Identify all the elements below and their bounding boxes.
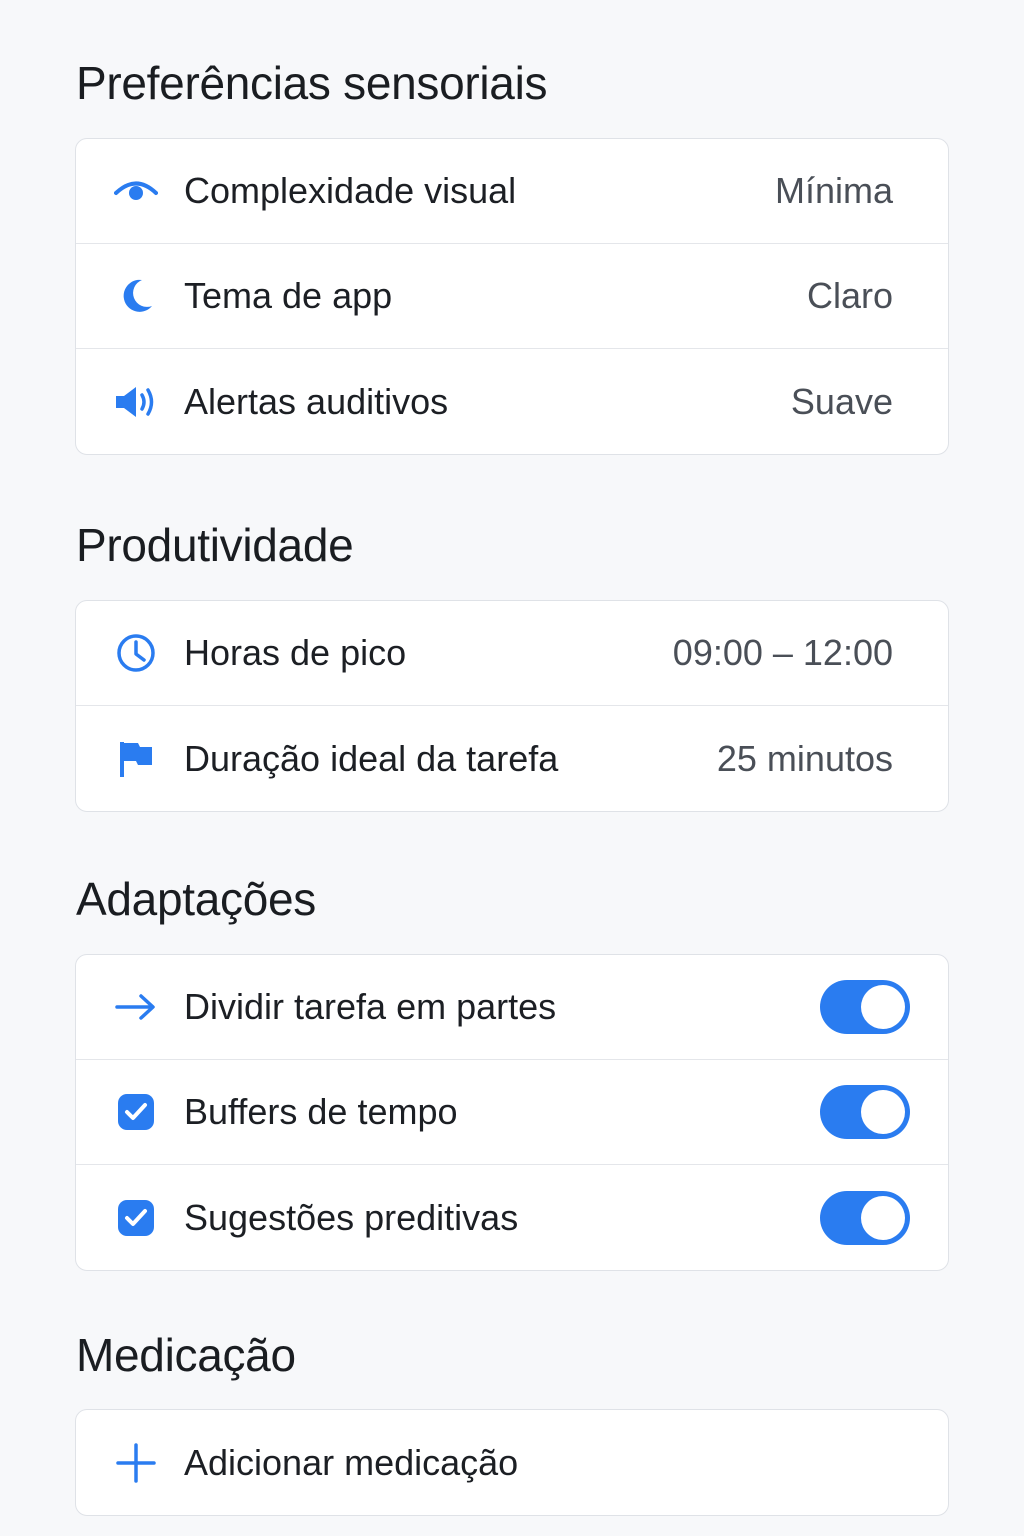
clock-icon: [114, 631, 158, 675]
setting-value: 25 minutos: [716, 737, 893, 779]
add-medication-label: Adicionar medicação: [184, 1441, 519, 1483]
toggle-knob: [861, 1195, 905, 1240]
adaptations-card: Dividir tarefa em partes Buffers de temp…: [75, 954, 949, 1271]
setting-value: Claro: [806, 275, 893, 316]
setting-row-peak-hours[interactable]: Horas de pico 09:00 – 12:00: [76, 601, 948, 706]
setting-row-task-duration[interactable]: Duração ideal da tarefa 25 minutos: [76, 706, 948, 811]
setting-label: Duração ideal da tarefa: [184, 737, 559, 779]
settings-page: Preferências sensoriais Complexidade vis…: [0, 0, 1024, 1536]
setting-row-visual-complexity[interactable]: Complexidade visual Mínima: [76, 139, 948, 244]
checkbox-icon: [114, 1090, 158, 1134]
setting-label: Buffers de tempo: [184, 1091, 458, 1132]
setting-label: Tema de app: [184, 275, 393, 316]
sensory-card: Complexidade visual Mínima Tema de app C…: [75, 138, 949, 455]
setting-value: Mínima: [774, 170, 893, 211]
add-medication-button[interactable]: Adicionar medicação: [76, 1410, 948, 1515]
setting-label: Complexidade visual: [184, 170, 517, 211]
toggle-knob: [861, 1090, 905, 1134]
moon-icon: [114, 274, 158, 318]
predictive-suggestions-toggle[interactable]: [820, 1190, 910, 1245]
setting-row-time-buffers: Buffers de tempo: [76, 1060, 948, 1165]
section-title-medication: Medicação: [76, 1329, 296, 1381]
section-title-productivity: Produtividade: [76, 519, 354, 571]
toggle-knob: [861, 985, 905, 1029]
split-task-toggle[interactable]: [820, 980, 910, 1034]
section-title-sensory: Preferências sensoriais: [76, 57, 548, 109]
setting-row-split-task: Dividir tarefa em partes: [76, 955, 948, 1060]
setting-row-predictive-suggestions: Sugestões preditivas: [76, 1165, 948, 1270]
arrow-right-icon: [114, 985, 158, 1029]
setting-row-app-theme[interactable]: Tema de app Claro: [76, 244, 948, 349]
setting-row-audio-alerts[interactable]: Alertas auditivos Suave: [76, 349, 948, 454]
setting-label: Sugestões preditivas: [184, 1196, 519, 1238]
medication-card: Adicionar medicação: [75, 1409, 949, 1516]
speaker-icon: [114, 380, 158, 424]
setting-label: Dividir tarefa em partes: [184, 986, 557, 1027]
setting-value: Suave: [790, 380, 893, 422]
flag-icon: [114, 737, 158, 781]
plus-icon: [114, 1441, 158, 1485]
setting-label: Alertas auditivos: [184, 380, 449, 422]
eye-icon: [114, 169, 158, 213]
setting-label: Horas de pico: [184, 632, 407, 673]
section-title-adaptations: Adaptações: [76, 873, 316, 925]
setting-value: 09:00 – 12:00: [672, 632, 893, 673]
productivity-card: Horas de pico 09:00 – 12:00 Duração idea…: [75, 600, 949, 812]
checkbox-icon: [114, 1196, 158, 1240]
time-buffers-toggle[interactable]: [820, 1085, 910, 1139]
